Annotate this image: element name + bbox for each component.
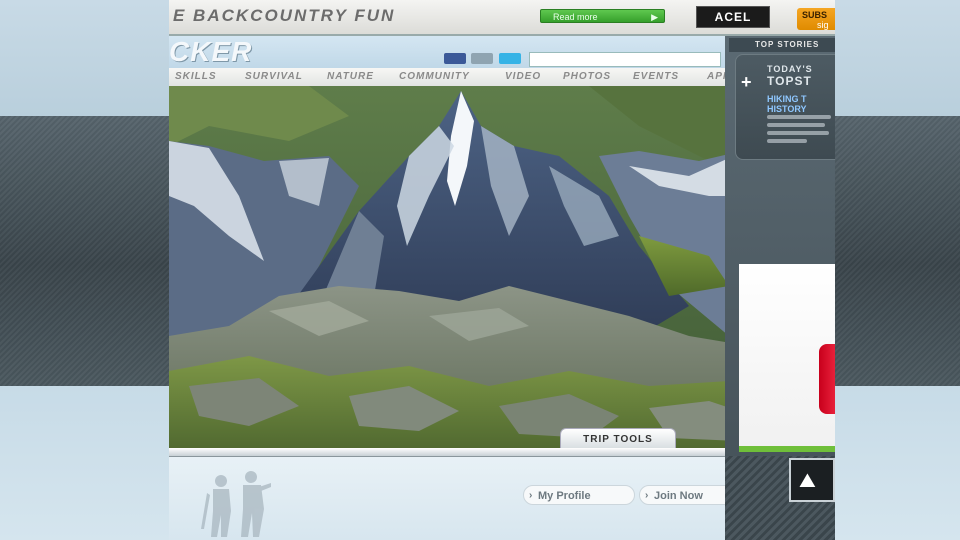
nav-item-nature[interactable]: NATURE — [327, 71, 374, 82]
divider-strip — [169, 448, 781, 457]
top-bar: E BACKCOUNTRY FUN Read more ▶ ACEL SUBS … — [169, 0, 835, 36]
account-panel: › My Profile › Join Now — [169, 457, 779, 540]
nav-item-events[interactable]: EVENTS — [633, 71, 679, 82]
tagline: E BACKCOUNTRY FUN — [173, 6, 396, 25]
search-input[interactable] — [529, 52, 721, 67]
hero-image — [169, 86, 781, 448]
story-headline-line1: HIKING T — [767, 94, 807, 104]
subscribe-tab-sub: sig — [817, 20, 829, 30]
tab-trip-tools[interactable]: TRIP TOOLS — [560, 428, 676, 448]
nav-item-video[interactable]: VIDEO — [505, 71, 541, 82]
join-now-label: Join Now — [654, 490, 703, 502]
subscribe-tab[interactable]: SUBS sig — [797, 8, 835, 30]
story-body-text — [767, 115, 833, 147]
todays-label: TODAY'S — [767, 64, 813, 74]
story-headline[interactable]: HIKING T HISTORY — [767, 94, 807, 114]
twitter-icon[interactable] — [499, 53, 521, 64]
facebook-icon[interactable] — [444, 53, 466, 64]
site-logo[interactable]: CKER — [169, 36, 252, 68]
plus-icon[interactable]: + — [741, 72, 752, 93]
ad-strip — [739, 446, 835, 452]
share-icon[interactable] — [471, 53, 493, 64]
promo-button[interactable]: Read more ▶ — [540, 9, 665, 23]
arrow-right-icon: ▶ — [651, 12, 658, 22]
top-stories-heading: TOPST — [767, 74, 812, 88]
my-profile-label: My Profile — [538, 490, 591, 502]
chevron-right-icon: › — [529, 490, 533, 501]
nav-item-skills[interactable]: SKILLS — [175, 71, 217, 82]
nav-item-community[interactable]: COMMUNITY — [399, 71, 470, 82]
boot-icon: ⛰ — [799, 470, 816, 492]
subscribe-tab-label: SUBS — [802, 10, 828, 20]
story-headline-line2: HISTORY — [767, 104, 807, 114]
hiker-app-icon[interactable]: ⛰ — [789, 458, 835, 502]
chevron-right-icon: › — [645, 490, 649, 501]
tab-top-stories[interactable]: TOP STORIES — [729, 38, 835, 52]
nav-item-photos[interactable]: PHOTOS — [563, 71, 611, 82]
my-profile-button[interactable]: › My Profile — [523, 485, 635, 505]
web-page: E BACKCOUNTRY FUN Read more ▶ ACEL SUBS … — [169, 0, 835, 540]
nav-item-survival[interactable]: SURVIVAL — [245, 71, 303, 82]
promo-button-label: Read more — [553, 12, 598, 22]
hikers-icon — [201, 471, 271, 537]
ad-graphic — [819, 344, 835, 414]
brand-button[interactable]: ACEL — [696, 6, 770, 28]
mountain-illustration — [169, 86, 781, 448]
